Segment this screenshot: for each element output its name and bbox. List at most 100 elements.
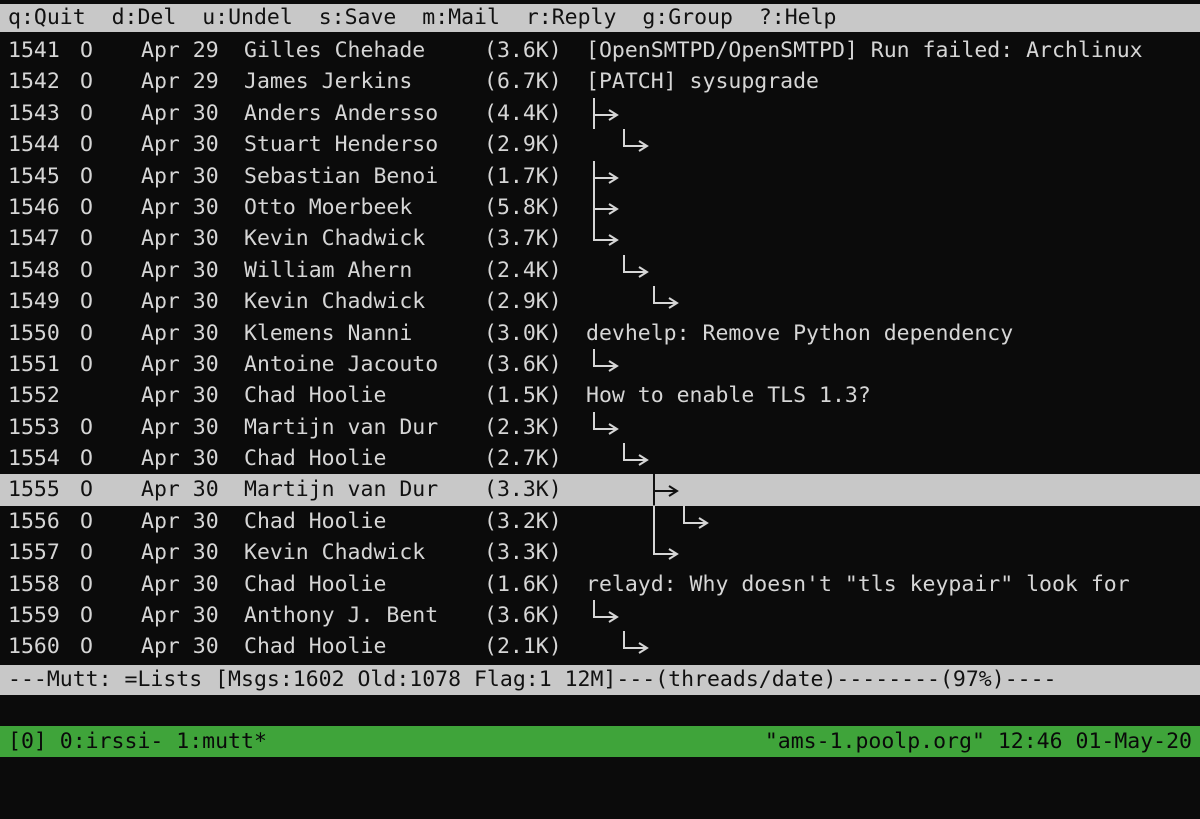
message-row[interactable]: 1550 O Apr 30 Klemens Nanni (3.0K) devhelp: R… [0, 318, 1200, 349]
message-row[interactable]: 1559 O Apr 30 Anthony J. Bent (3.6K) [0, 600, 1200, 631]
thread-tree-line [623, 443, 649, 466]
message-number: 1544 [8, 132, 60, 158]
message-row[interactable]: 1545 O Apr 30 Sebastian Benoi (1.7K) [0, 160, 1200, 192]
thread-tree-arrow [653, 474, 679, 506]
message-sender: Chad Hoolie [244, 383, 387, 409]
message-size: (2.4K) [484, 257, 562, 283]
message-row[interactable]: 1556 O Apr 30 Chad Hoolie (3.2K) [0, 505, 1200, 538]
message-number: 1545 [8, 163, 60, 189]
message-size: (5.8K) [484, 194, 562, 220]
message-row[interactable]: 1546 O Apr 30 Otto Moerbeek (5.8K) [0, 191, 1200, 224]
message-row[interactable]: 1560 O Apr 30 Chad Hoolie (2.1K) [0, 631, 1200, 662]
message-size: (2.3K) [484, 414, 562, 440]
message-sender: Anders Andersso [244, 100, 439, 126]
message-sender: Kevin Chadwick [244, 226, 426, 252]
help-item-group[interactable]: g:Group [642, 5, 733, 30]
message-flag: O [80, 508, 93, 534]
thread-tree-line [593, 223, 619, 247]
help-item-mail[interactable]: m:Mail [422, 5, 500, 30]
message-number: 1549 [8, 289, 60, 315]
message-row[interactable]: 1541 O Apr 29 Gilles Chehade (3.6K) [OpenSMTP… [0, 35, 1200, 66]
thread-tree-arrow [593, 160, 619, 192]
message-date: Apr 30 [141, 132, 219, 158]
message-row[interactable]: 1557 O Apr 30 Kevin Chadwick (3.3K) [0, 537, 1200, 568]
thread-tree-line [653, 505, 709, 538]
message-flag: O [80, 132, 93, 158]
message-size: (3.6K) [484, 38, 562, 63]
message-date: Apr 30 [141, 351, 219, 377]
message-sender: Anthony J. Bent [244, 603, 439, 629]
message-row[interactable]: 1554 O Apr 30 Chad Hoolie (2.7K) [0, 443, 1200, 474]
help-item-del[interactable]: d:Del [112, 5, 177, 30]
message-sender: Chad Hoolie [244, 634, 387, 660]
message-flag: O [80, 414, 93, 440]
help-bar: q:Quit d:Del u:Undel s:Save m:Mail r:Rep… [0, 4, 1200, 32]
tmux-window-list[interactable]: [0] 0:irssi- 1:mutt* [8, 726, 267, 757]
message-row[interactable]: 1547 O Apr 30 Kevin Chadwick (3.7K) [0, 223, 1200, 254]
message-row[interactable]: 1558 O Apr 30 Chad Hoolie (1.6K) relayd: Why … [0, 569, 1200, 600]
message-sender: Martijn van Dur [244, 477, 439, 503]
message-row[interactable]: 1549 O Apr 30 Kevin Chadwick (2.9K) [0, 286, 1200, 317]
message-row[interactable]: 1555 O Apr 30 Martijn van Dur (3.3K) [0, 474, 1200, 506]
thread-tree-line [653, 286, 679, 309]
thread-tree-arrow [653, 505, 709, 538]
message-flag: O [80, 320, 93, 346]
message-number: 1556 [8, 508, 60, 534]
message-size: (2.9K) [484, 289, 562, 315]
help-item-help[interactable]: ?:Help [759, 5, 837, 30]
message-sender: Chad Hoolie [244, 508, 387, 534]
message-flag: O [80, 477, 93, 503]
status-bar: ---Mutt: =Lists [Msgs:1602 Old:1078 Flag… [0, 665, 1200, 695]
thread-tree-line [623, 254, 649, 278]
message-row[interactable]: 1544 O Apr 30 Stuart Henderso (2.9K) [0, 129, 1200, 160]
help-item-reply[interactable]: r:Reply [526, 5, 617, 30]
message-size: (1.6K) [484, 571, 562, 597]
message-row[interactable]: 1552 Apr 30 Chad Hoolie (1.5K) How to enable… [0, 380, 1200, 411]
thread-tree-arrow [593, 348, 619, 372]
message-date: Apr 29 [141, 69, 219, 95]
message-size: (3.2K) [484, 508, 562, 534]
message-date: Apr 30 [141, 414, 219, 440]
thread-tree-line [593, 600, 619, 623]
message-number: 1553 [8, 414, 60, 440]
message-number: 1547 [8, 226, 60, 252]
thread-tree-line [653, 537, 679, 561]
help-separator [733, 5, 759, 30]
thread-tree-arrow [623, 443, 649, 466]
message-flag: O [80, 289, 93, 315]
help-item-undel[interactable]: u:Undel [202, 5, 293, 30]
message-date: Apr 30 [141, 289, 219, 315]
message-row[interactable]: 1542 O Apr 29 James Jerkins (6.7K) [PATCH] sy… [0, 66, 1200, 97]
message-row[interactable]: 1553 O Apr 30 Martijn van Dur (2.3K) [0, 411, 1200, 443]
tmux-host-clock: "ams-1.poolp.org" 12:46 01-May-20 [764, 729, 1192, 754]
message-sender: Kevin Chadwick [244, 289, 426, 315]
message-flag: O [80, 634, 93, 660]
message-row[interactable]: 1551 O Apr 30 Antoine Jacouto (3.6K) [0, 348, 1200, 380]
message-date: Apr 30 [141, 540, 219, 566]
message-number: 1550 [8, 320, 60, 346]
message-flag: O [80, 163, 93, 189]
message-row[interactable]: 1548 O Apr 30 William Ahern (2.4K) [0, 254, 1200, 286]
thread-tree-arrow [623, 631, 649, 655]
message-number: 1560 [8, 634, 60, 660]
help-item-quit[interactable]: q:Quit [8, 5, 86, 30]
message-size: (6.7K) [484, 69, 562, 95]
message-date: Apr 30 [141, 571, 219, 597]
message-sender: Sebastian Benoi [244, 163, 439, 189]
message-date: Apr 30 [141, 100, 219, 126]
message-number: 1558 [8, 571, 60, 597]
thread-tree-line [593, 160, 619, 192]
message-sender: Chad Hoolie [244, 571, 387, 597]
thread-tree-line [623, 129, 649, 153]
message-flag: O [80, 69, 93, 95]
message-size: (3.6K) [484, 603, 562, 629]
thread-tree-arrow [593, 191, 619, 224]
help-item-save[interactable]: s:Save [319, 5, 397, 30]
thread-tree-arrow [593, 223, 619, 247]
message-number: 1552 [8, 383, 60, 409]
message-sender: Kevin Chadwick [244, 540, 426, 566]
message-flag: O [80, 100, 93, 126]
message-row[interactable]: 1543 O Apr 30 Anders Andersso (4.4K) [0, 97, 1200, 130]
message-number: 1555 [8, 477, 60, 503]
message-number: 1551 [8, 351, 60, 377]
